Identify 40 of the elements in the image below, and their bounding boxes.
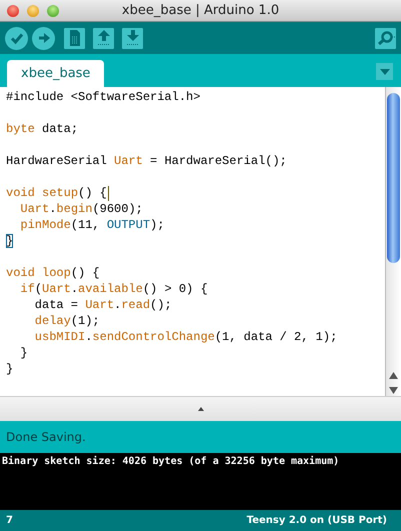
document-icon — [68, 29, 82, 47]
zoom-button[interactable] — [47, 4, 59, 16]
window-title: xbee_base | Arduino 1.0 — [122, 3, 280, 18]
code-line: HardwareSerial Uart = HardwareSerial(); — [6, 153, 287, 169]
code-line: } — [19, 345, 28, 361]
code-line: byte data; — [6, 121, 78, 137]
code-line: delay(1); — [34, 313, 100, 329]
vertical-scrollbar[interactable] — [385, 87, 401, 396]
tab-menu-button[interactable] — [376, 63, 393, 80]
close-button[interactable] — [7, 4, 19, 16]
console-line: Binary sketch size: 4026 bytes (of a 32256 byte maximum) — [2, 456, 340, 467]
code-line: data = Uart.read(); — [34, 297, 172, 313]
scroll-up-icon[interactable] — [389, 372, 398, 380]
status-message: Done Saving. — [6, 430, 86, 444]
board-label: Teensy 2.0 on (USB Port) — [246, 515, 387, 526]
verify-button[interactable] — [5, 26, 28, 50]
arrow-down-icon — [124, 29, 140, 47]
code-line: usbMIDI.sendControlChange(1, data / 2, 1); — [34, 329, 338, 345]
open-button[interactable] — [93, 28, 114, 48]
editor-tab[interactable]: xbee_base — [7, 60, 104, 87]
magnifier-icon — [376, 30, 394, 46]
code-line: void loop() { — [6, 265, 100, 281]
code-line: } — [6, 361, 14, 377]
new-button[interactable] — [64, 28, 85, 48]
upload-button[interactable] — [32, 26, 55, 50]
caret-icon — [380, 68, 390, 74]
monitor-button[interactable] — [375, 28, 396, 48]
arrow-up-icon — [96, 29, 112, 47]
code-line: if(Uart.available() > 0) { — [19, 281, 208, 297]
scrollbar-thumb[interactable] — [387, 93, 400, 263]
scroll-down-icon[interactable] — [389, 386, 398, 394]
line-number: 7 — [6, 515, 13, 526]
code-line: } — [6, 233, 14, 249]
code-line: Uart.begin(9600); — [19, 201, 143, 217]
save-button[interactable] — [122, 28, 143, 48]
code-line: void setup() { — [6, 185, 107, 201]
minimize-button[interactable] — [27, 4, 39, 16]
code-line: #include <SoftwareSerial.h> — [6, 89, 200, 105]
splitter-handle-icon[interactable] — [198, 407, 204, 411]
code-line: pinMode(11, OUTPUT); — [19, 217, 164, 233]
